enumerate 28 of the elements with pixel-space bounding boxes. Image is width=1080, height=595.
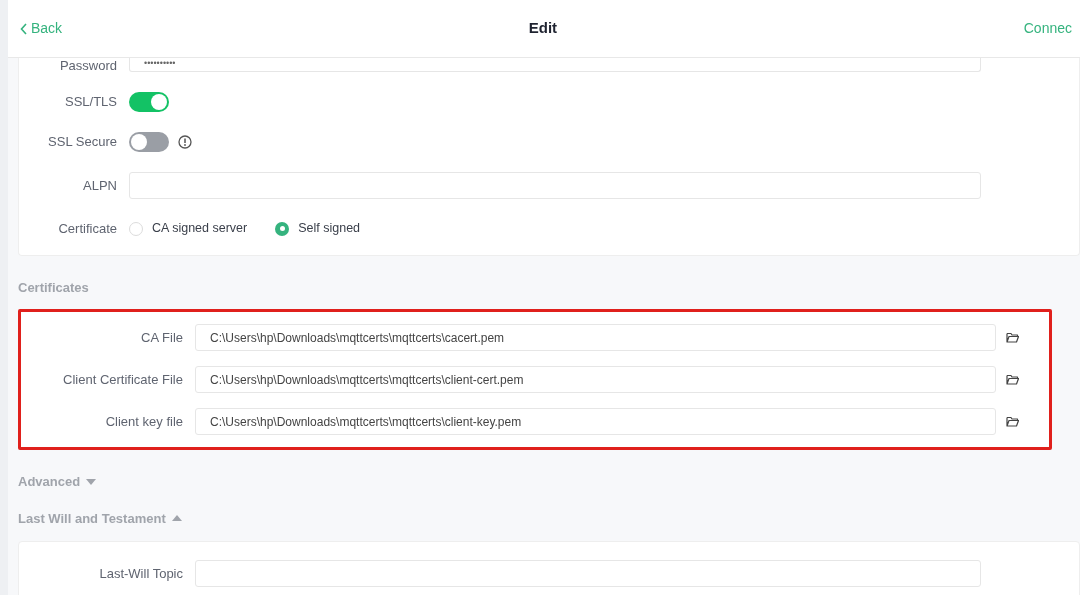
field-label: Client key file: [105, 413, 183, 429]
field-label: SSL/TLS: [64, 94, 117, 110]
input-field[interactable]: [195, 560, 981, 587]
field-label: Password: [59, 58, 117, 73]
chevron-left-icon: [20, 22, 28, 35]
info-icon[interactable]: [178, 135, 192, 149]
field-label: ALPN: [83, 177, 117, 193]
page-title: Edit: [528, 18, 558, 39]
input-field[interactable]: C:\Users\hp\Downloads\mqttcerts\mqttcerts\client-key.pem: [195, 408, 996, 435]
field-label: Last-Will Topic: [99, 565, 183, 581]
section-title: Certificates: [18, 278, 89, 297]
field-label: SSL Secure: [48, 134, 117, 150]
toggle-switch[interactable]: [129, 132, 169, 152]
folder-icon[interactable]: [1006, 374, 1019, 385]
radio-option[interactable]: Self signed: [275, 219, 361, 239]
folder-icon[interactable]: [1006, 332, 1019, 343]
field-label: Client Certificate File: [63, 371, 183, 387]
triangle-up-icon: [171, 514, 182, 523]
input-field[interactable]: [129, 172, 981, 199]
toggle-switch[interactable]: [129, 92, 169, 112]
field-label: CA File: [141, 329, 183, 345]
triangle-down-icon: [86, 477, 97, 486]
input-field[interactable]: C:\Users\hp\Downloads\mqttcerts\mqttcerts\client-cert.pem: [195, 366, 996, 393]
radio-option[interactable]: CA signed server: [129, 219, 248, 239]
input-field[interactable]: C:\Users\hp\Downloads\mqttcerts\mqttcerts\cacert.pem: [195, 324, 996, 351]
password-field[interactable]: ••••••••••: [129, 58, 981, 72]
folder-icon[interactable]: [1006, 416, 1019, 427]
field-label: Certificate: [58, 221, 117, 236]
